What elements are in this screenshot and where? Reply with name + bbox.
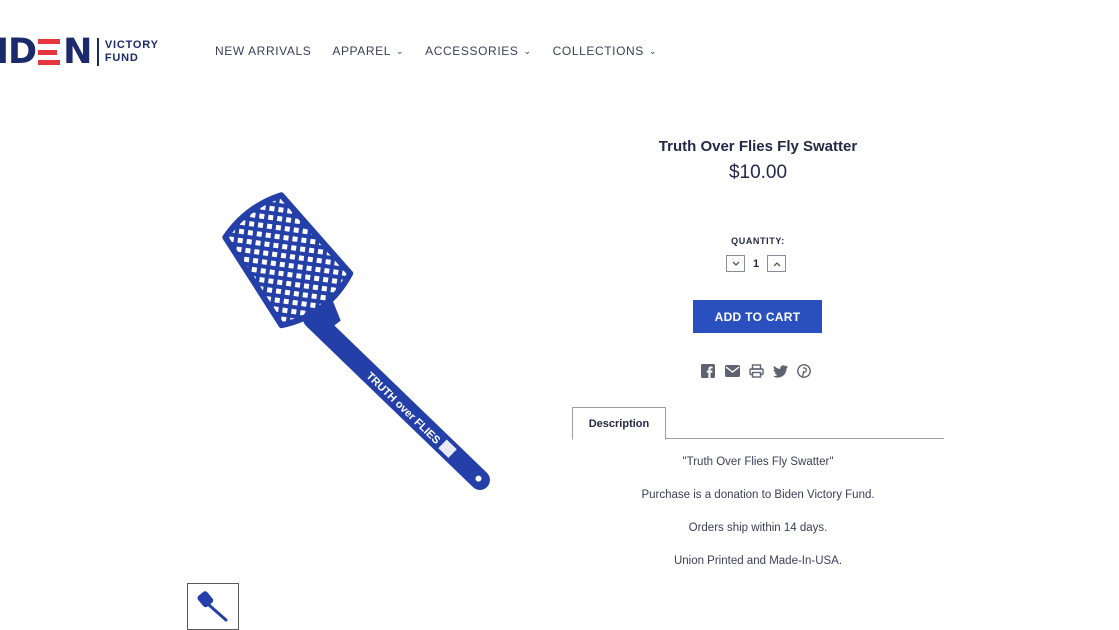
- product-tabs: Description: [572, 407, 944, 440]
- logo-stripes-e: [38, 39, 61, 65]
- email-icon[interactable]: [724, 363, 740, 379]
- description-line: Orders ship within 14 days.: [688, 522, 828, 534]
- product-title: Truth Over Flies Fly Swatter: [658, 138, 858, 155]
- description-line: Purchase is a donation to Biden Victory …: [641, 489, 875, 501]
- tab-description[interactable]: Description: [572, 407, 666, 440]
- logo-text-right: N: [63, 32, 92, 72]
- product-thumbnail[interactable]: [187, 583, 239, 630]
- logo-divider: [97, 38, 99, 66]
- add-to-cart-button[interactable]: ADD TO CART: [693, 300, 822, 333]
- quantity-decrease-button[interactable]: [726, 255, 745, 272]
- pinterest-icon[interactable]: [796, 363, 812, 379]
- logo-subtitle: VICTORY FUND: [105, 39, 159, 65]
- chevron-down-icon: ⌄: [396, 45, 405, 56]
- fly-swatter-icon: [197, 590, 228, 621]
- main-nav: NEW ARRIVALS APPAREL ⌄ ACCESSORIES ⌄ COL…: [215, 44, 678, 58]
- product-image: TRUTH over FLIES: [222, 192, 490, 490]
- nav-item-collections[interactable]: COLLECTIONS ⌄: [553, 44, 657, 58]
- chevron-up-icon: [773, 261, 780, 266]
- nav-item-new-arrivals[interactable]: NEW ARRIVALS: [215, 44, 311, 58]
- logo-wordmark: ID N: [0, 32, 92, 72]
- chevron-down-icon: ⌄: [648, 45, 658, 56]
- nav-item-label: NEW ARRIVALS: [215, 44, 312, 58]
- description-line: "Truth Over Flies Fly Swatter": [682, 456, 834, 468]
- nav-item-label: COLLECTIONS: [552, 44, 644, 58]
- product-description: "Truth Over Flies Fly Swatter" Purchase …: [572, 455, 944, 587]
- chevron-down-icon: [732, 261, 739, 266]
- twitter-icon[interactable]: [772, 363, 788, 379]
- nav-item-apparel[interactable]: APPAREL ⌄: [332, 44, 404, 58]
- quantity-label: QUANTITY:: [731, 236, 785, 246]
- quantity-stepper: 1: [726, 255, 786, 272]
- logo-text-left: ID: [0, 32, 37, 72]
- product-price: $10.00: [728, 162, 788, 183]
- quantity-increase-button[interactable]: [767, 255, 786, 272]
- site-logo[interactable]: ID N VICTORY FUND: [0, 34, 159, 70]
- chevron-down-icon: ⌄: [523, 45, 532, 56]
- nav-item-label: APPAREL: [332, 44, 392, 58]
- nav-item-accessories[interactable]: ACCESSORIES ⌄: [425, 44, 531, 58]
- print-icon[interactable]: [748, 363, 764, 379]
- nav-item-label: ACCESSORIES: [425, 44, 519, 58]
- logo-sub-line2: FUND: [104, 52, 139, 64]
- facebook-icon[interactable]: [700, 363, 716, 379]
- description-line: Union Printed and Made-In-USA.: [673, 555, 843, 567]
- product-image-text: TRUTH over FLIES: [364, 370, 443, 447]
- quantity-input[interactable]: 1: [745, 258, 767, 270]
- share-icons: [700, 363, 812, 379]
- logo-sub-line1: VICTORY: [104, 39, 159, 51]
